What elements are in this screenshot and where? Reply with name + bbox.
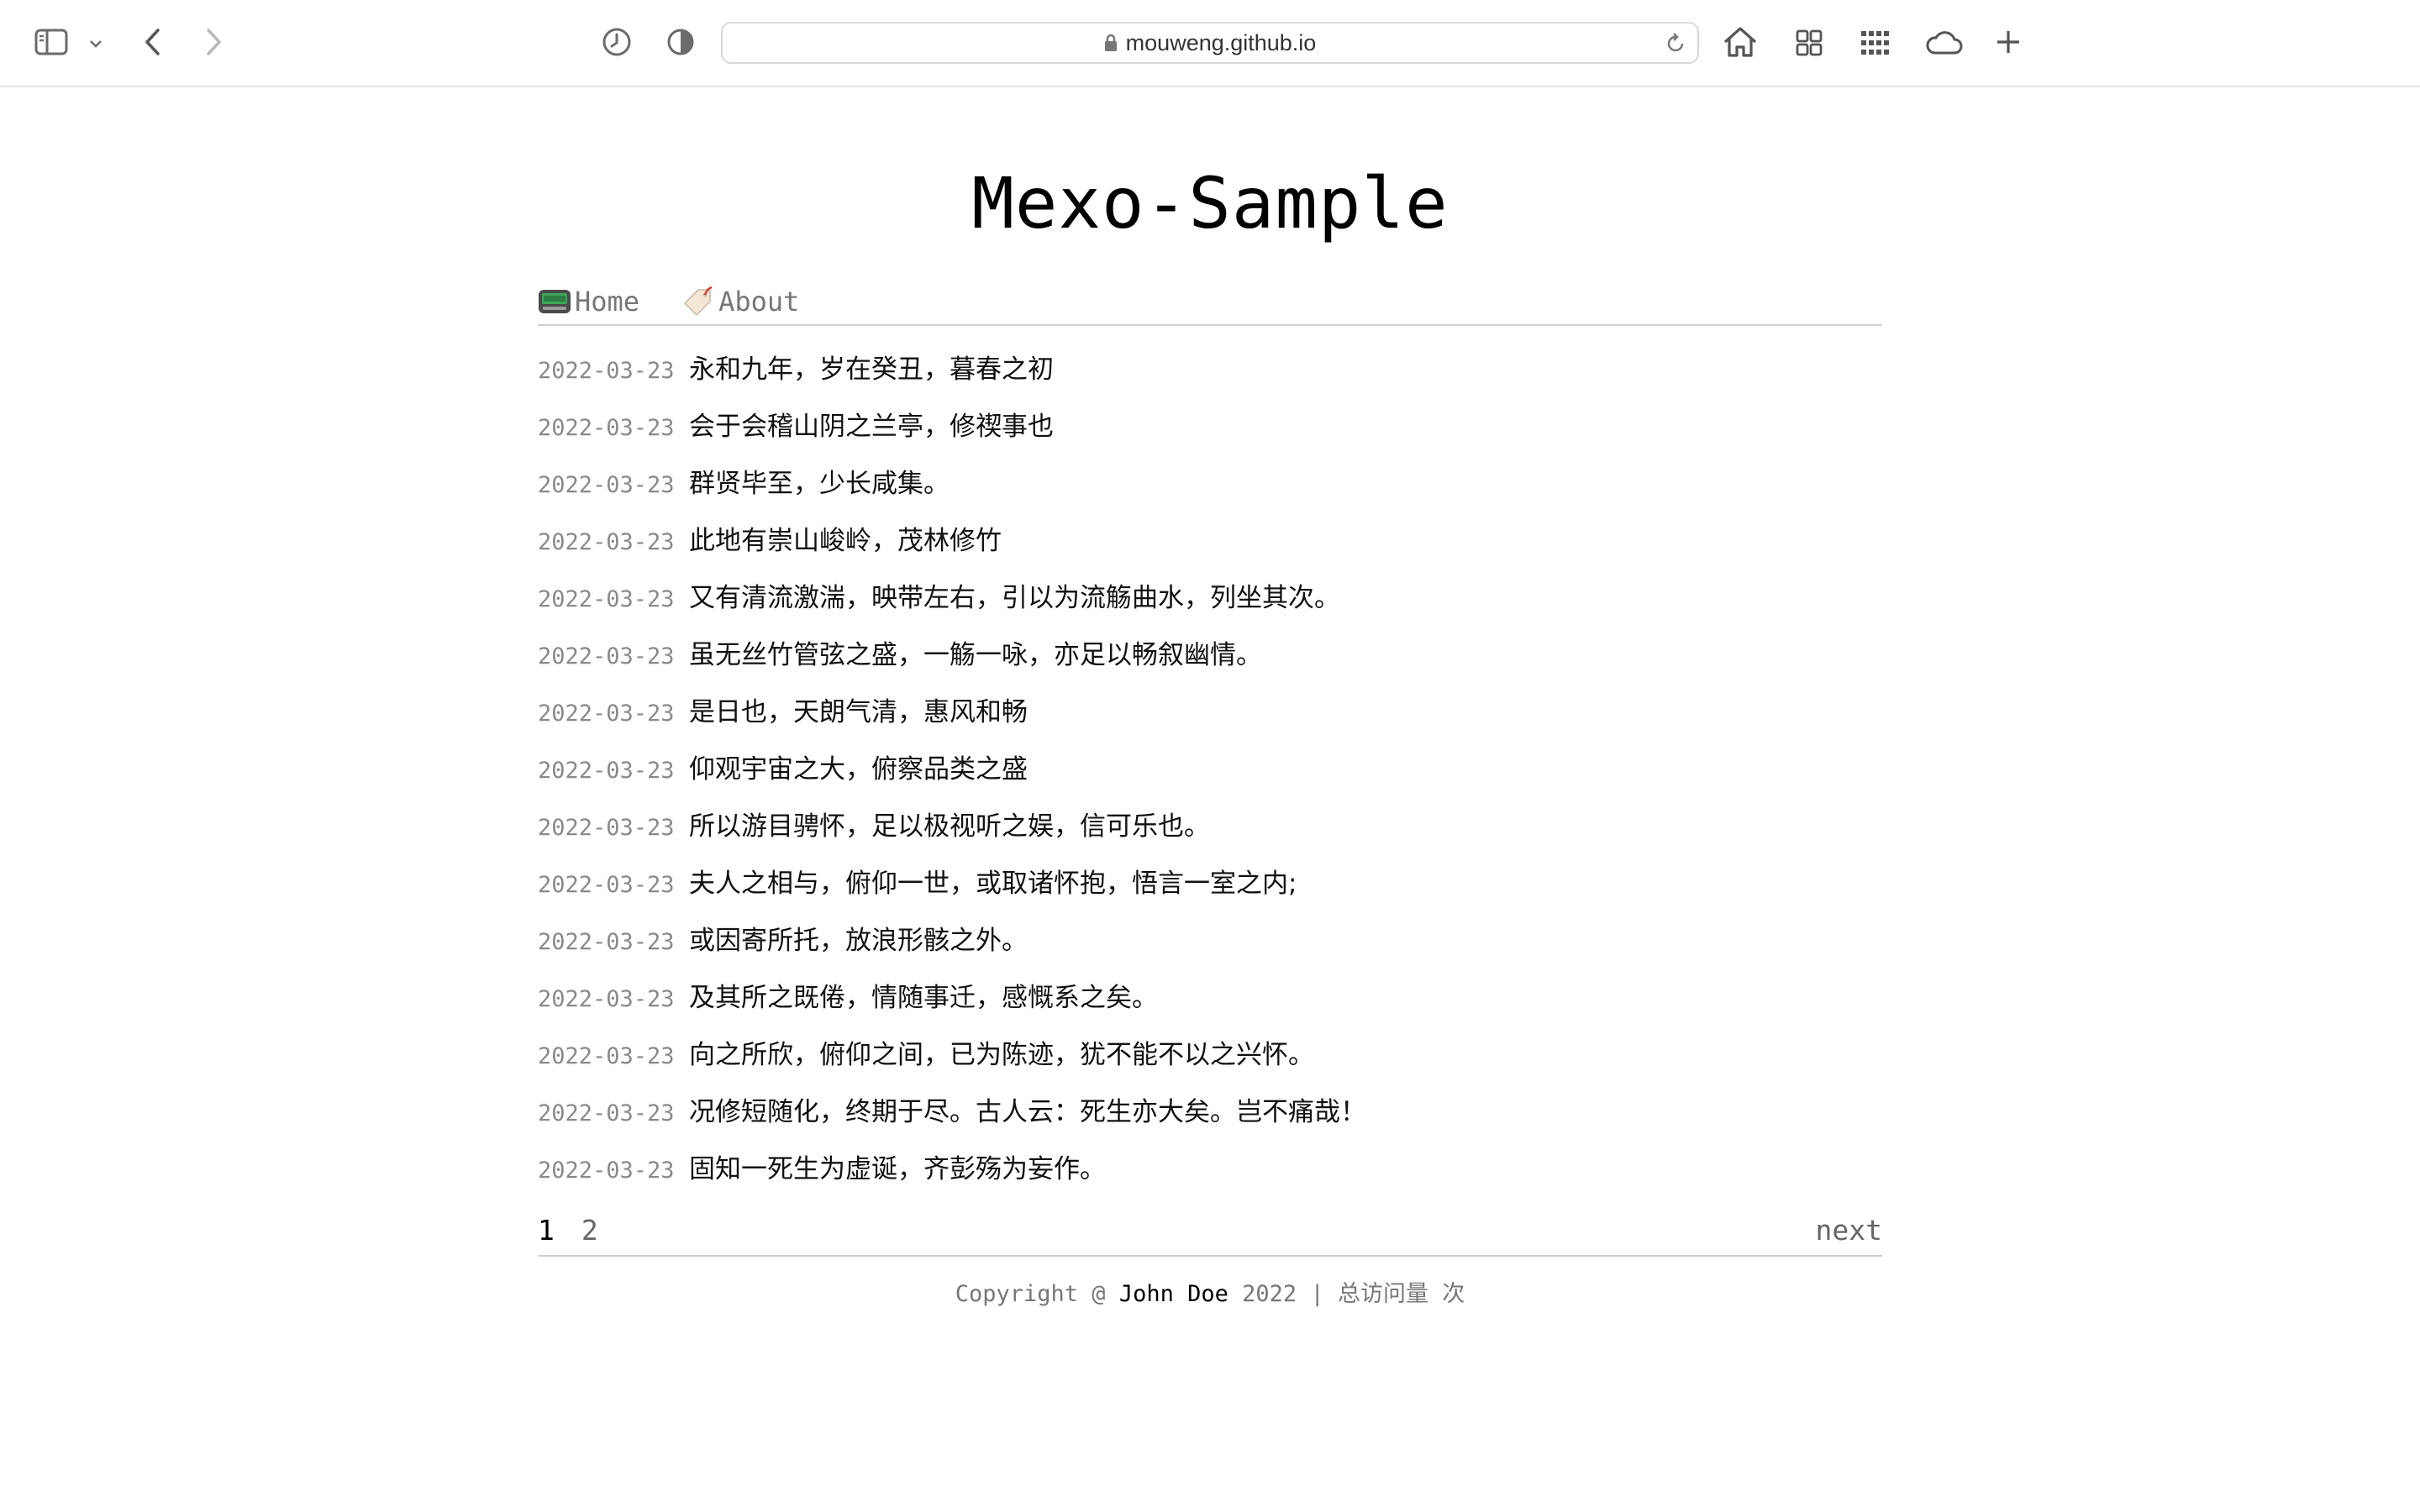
page-number-current: 1	[538, 1213, 555, 1247]
post-date: 2022-03-23	[538, 1100, 675, 1126]
site-title: Mexo-Sample	[971, 162, 1449, 244]
reload-icon[interactable]	[1664, 32, 1687, 59]
back-icon[interactable]	[136, 25, 170, 59]
post-title-link[interactable]: 此地有崇山峻岭，茂林修竹	[689, 512, 1002, 570]
post-date: 2022-03-23	[538, 701, 675, 727]
history-icon[interactable]	[600, 25, 634, 59]
post-title-link[interactable]: 是日也，天朗气清，惠风和畅	[689, 684, 1028, 741]
lock-icon	[1104, 34, 1118, 52]
grid-icon[interactable]	[1857, 25, 1892, 60]
list-item: 2022-03-23 及其所之既倦，情随事迁，感慨系之矣。	[538, 969, 1882, 1026]
post-date: 2022-03-23	[538, 529, 675, 555]
post-date: 2022-03-23	[538, 472, 675, 498]
post-date: 2022-03-23	[538, 415, 675, 441]
next-page-link[interactable]: next	[1816, 1214, 1882, 1247]
list-item: 2022-03-23 或因寄所托，放浪形骸之外。	[538, 912, 1882, 969]
list-item: 2022-03-23 群贤毕至，少长咸集。	[538, 455, 1882, 512]
plus-icon[interactable]	[1991, 25, 2025, 59]
post-title-link[interactable]: 及其所之既倦，情随事迁，感慨系之矣。	[689, 969, 1158, 1026]
list-item: 2022-03-23 况修短随化，终期于尽。古人云：死生亦大矣。岂不痛哉！	[538, 1084, 1882, 1141]
privacy-shield-icon[interactable]	[664, 25, 697, 59]
post-date: 2022-03-23	[538, 986, 675, 1012]
list-item: 2022-03-23 是日也，天朗气清，惠风和畅	[538, 684, 1882, 741]
list-item: 2022-03-23 此地有崇山峻岭，茂林修竹	[538, 512, 1882, 570]
list-item: 2022-03-23 向之所欣，俯仰之间，已为陈迹，犹不能不以之兴怀。	[538, 1026, 1882, 1084]
post-date: 2022-03-23	[538, 1043, 675, 1069]
list-item: 2022-03-23 固知一死生为虚诞，齐彭殇为妄作。	[538, 1141, 1882, 1198]
list-item: 2022-03-23 虽无丝竹管弦之盛，一觞一咏，亦足以畅叙幽情。	[538, 627, 1882, 684]
pager-icon	[539, 290, 571, 313]
post-title-link[interactable]: 会于会稽山阴之兰亭，修禊事也	[689, 398, 1054, 455]
post-title-link[interactable]: 仰观宇宙之大，俯察品类之盛	[689, 741, 1028, 798]
list-item: 2022-03-23 会于会稽山阴之兰亭，修禊事也	[538, 398, 1882, 455]
tag-icon	[684, 286, 713, 317]
address-bar[interactable]: mouweng.github.io	[721, 22, 1699, 64]
post-title-link[interactable]: 况修短随化，终期于尽。古人云：死生亦大矣。岂不痛哉！	[689, 1084, 1366, 1141]
nav-about-link[interactable]: About	[681, 286, 799, 318]
sidebar-icon[interactable]	[32, 25, 71, 59]
post-date: 2022-03-23	[538, 643, 675, 669]
nav-about-label: About	[718, 286, 800, 318]
post-date: 2022-03-23	[538, 815, 675, 841]
footer-copyright: Copyright @	[955, 1281, 1106, 1307]
tab-overview-icon[interactable]	[1791, 25, 1827, 60]
pagination: 1 2 next	[538, 1205, 1882, 1257]
footer-visits-label: 总访问量	[1337, 1281, 1428, 1307]
footer-author-link[interactable]: John Doe	[1119, 1281, 1228, 1307]
nav-home-label: Home	[575, 286, 640, 318]
footer-year: 2022	[1242, 1281, 1297, 1307]
blog-page: Mexo-Sample Home About 2022-03-23 永和九年，岁在…	[538, 87, 1882, 1308]
list-item: 2022-03-23 仰观宇宙之大，俯察品类之盛	[538, 741, 1882, 798]
post-date: 2022-03-23	[538, 929, 675, 955]
address-url: mouweng.github.io	[1125, 29, 1317, 55]
footer: Copyright @ John Doe 2022 | 总访问量 次	[538, 1275, 1882, 1308]
post-date: 2022-03-23	[538, 758, 675, 784]
post-list: 2022-03-23 永和九年，岁在癸丑，暮春之初 2022-03-23 会于会稽山…	[538, 341, 1882, 1198]
page-number-link[interactable]: 2	[581, 1214, 598, 1247]
post-date: 2022-03-23	[538, 586, 675, 612]
post-title-link[interactable]: 或因寄所托，放浪形骸之外。	[689, 912, 1028, 969]
post-date: 2022-03-23	[538, 358, 675, 384]
post-title-link[interactable]: 夫人之相与，俯仰一世，或取诸怀抱，悟言一室之内;	[689, 855, 1297, 912]
forward-icon[interactable]	[197, 25, 230, 59]
post-date: 2022-03-23	[538, 1158, 675, 1184]
post-title-link[interactable]: 群贤毕至，少长咸集。	[689, 455, 950, 512]
chevron-down-icon[interactable]	[84, 32, 108, 55]
home-icon[interactable]	[1721, 24, 1760, 60]
browser-toolbar: mouweng.github.io	[0, 0, 2420, 87]
footer-visits-suffix: 次	[1442, 1281, 1465, 1307]
main-nav: Home About	[538, 279, 1882, 326]
list-item: 2022-03-23 夫人之相与，俯仰一世，或取诸怀抱，悟言一室之内;	[538, 855, 1882, 912]
footer-separator: |	[1310, 1281, 1324, 1307]
post-title-link[interactable]: 向之所欣，俯仰之间，已为陈迹，犹不能不以之兴怀。	[689, 1026, 1314, 1084]
nav-home-link[interactable]: Home	[538, 286, 639, 318]
post-title-link[interactable]: 所以游目骋怀，足以极视听之娱，信可乐也。	[689, 798, 1210, 855]
cloud-icon[interactable]	[1923, 25, 1965, 60]
post-title-link[interactable]: 又有清流激湍，映带左右，引以为流觞曲水，列坐其次。	[689, 570, 1340, 627]
post-date: 2022-03-23	[538, 872, 675, 898]
list-item: 2022-03-23 又有清流激湍，映带左右，引以为流觞曲水，列坐其次。	[538, 570, 1882, 627]
list-item: 2022-03-23 所以游目骋怀，足以极视听之娱，信可乐也。	[538, 798, 1882, 855]
post-title-link[interactable]: 固知一死生为虚诞，齐彭殇为妄作。	[689, 1141, 1106, 1198]
post-title-link[interactable]: 永和九年，岁在癸丑，暮春之初	[689, 341, 1054, 398]
list-item: 2022-03-23 永和九年，岁在癸丑，暮春之初	[538, 341, 1882, 398]
post-title-link[interactable]: 虽无丝竹管弦之盛，一觞一咏，亦足以畅叙幽情。	[689, 627, 1262, 684]
